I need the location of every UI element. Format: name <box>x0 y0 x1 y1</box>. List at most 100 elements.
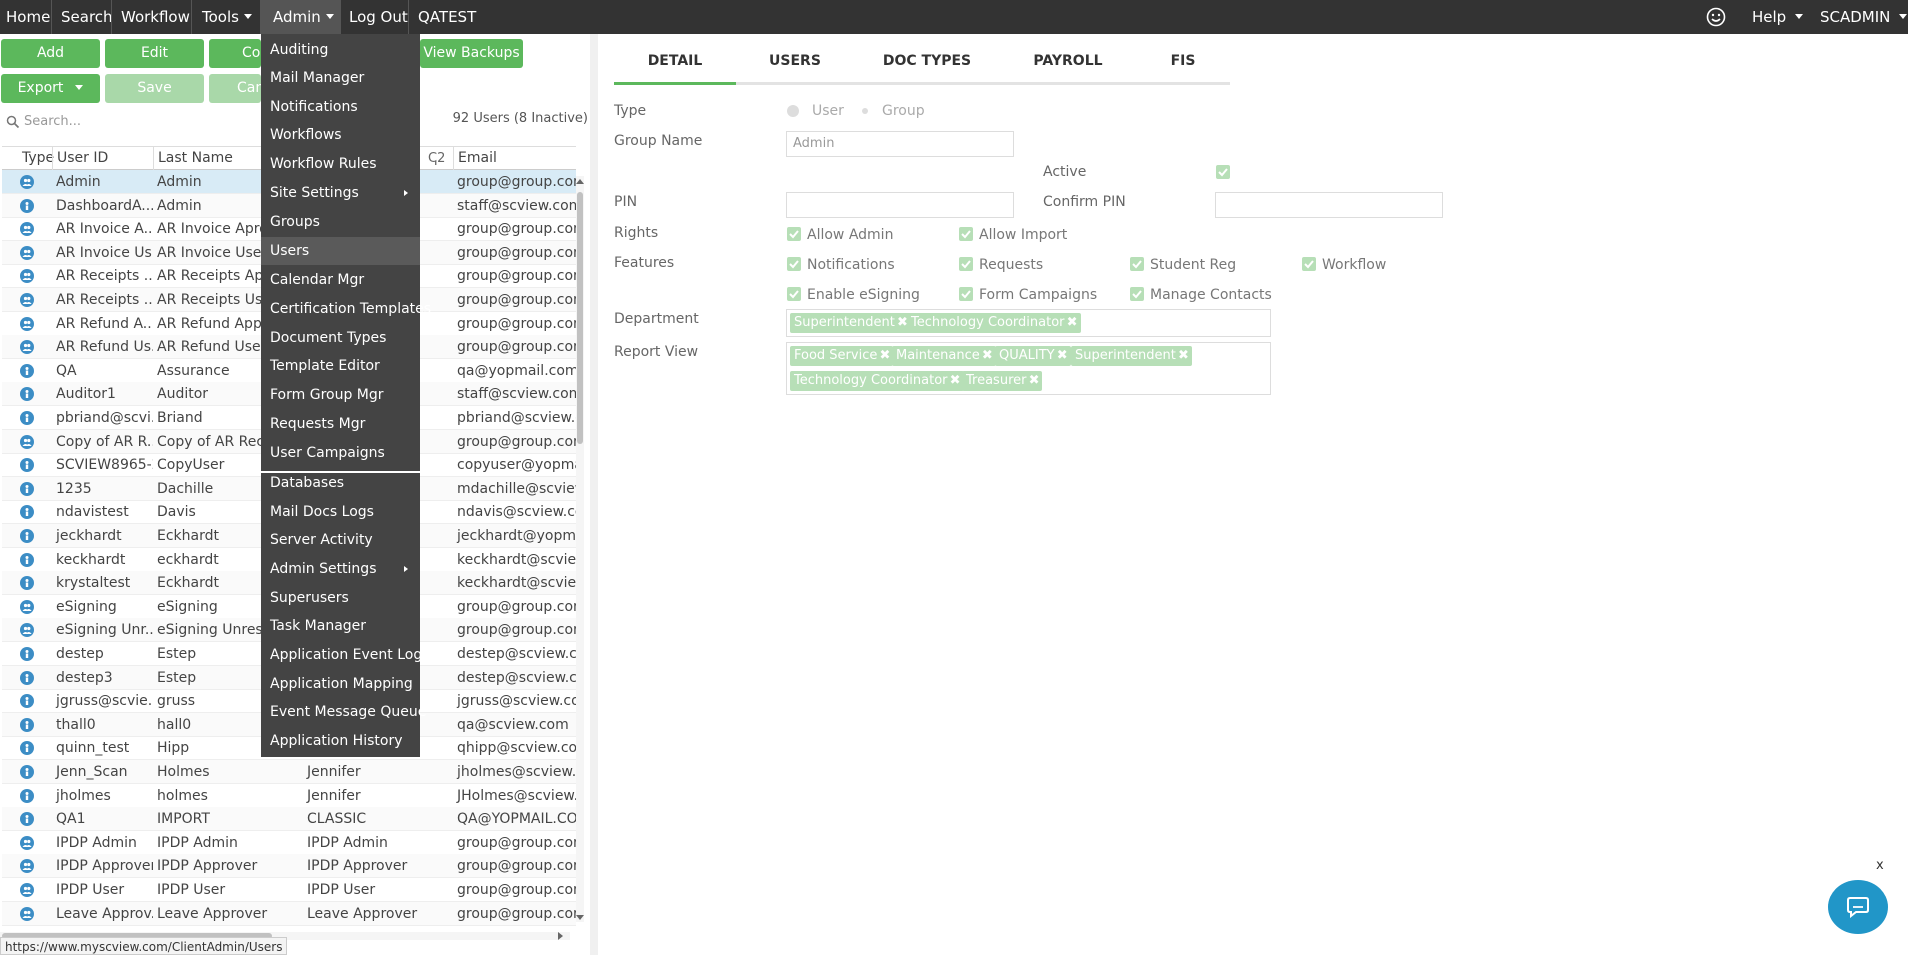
menu-item-workflow-rules[interactable]: Workflow Rules <box>261 150 420 178</box>
requests-checkbox[interactable] <box>959 257 973 271</box>
column-header-email[interactable]: Email <box>453 147 576 170</box>
confirm-pin-field[interactable] <box>1215 192 1443 218</box>
menu-item-task-manager[interactable]: Task Manager <box>261 612 420 640</box>
menu-item-application-history[interactable]: Application History <box>261 727 420 755</box>
menu-item-event-message-queue[interactable]: Event Message Queue <box>261 698 426 726</box>
table-row[interactable]: Leave Approv...Leave ApproverLeave Appro… <box>2 901 576 926</box>
tab-fis[interactable]: FIS <box>1136 52 1230 82</box>
scroll-right-icon[interactable] <box>556 932 564 940</box>
allow-import-checkbox[interactable] <box>959 227 973 241</box>
menu-item-certification-templates[interactable]: Certification Templates <box>261 295 431 323</box>
column-header-user-id[interactable]: User ID <box>52 147 154 170</box>
workflow-checkbox[interactable] <box>1302 257 1316 271</box>
add-button[interactable]: Add <box>1 39 100 68</box>
enable-esigning-checkbox[interactable] <box>787 287 801 301</box>
cell-user-id: destep <box>56 646 104 662</box>
remove-tag-icon[interactable]: ✖ <box>950 371 961 391</box>
table-row[interactable]: IPDP Approver IPDP Approver IPDP Approver g… <box>2 854 576 879</box>
cancel-button[interactable]: Can <box>209 74 264 103</box>
cell-user-id: AR Invoice A... <box>56 221 153 238</box>
department-tag-input[interactable]: Superintendent ✖ Technology Coordinator ✖ <box>786 309 1271 337</box>
menu-item-notifications[interactable]: Notifications <box>261 93 420 121</box>
menu-item-server-activity[interactable]: Server Activity <box>261 526 420 554</box>
menu-item-auditing[interactable]: Auditing <box>261 36 420 64</box>
table-row[interactable]: IPDP Admin IPDP Admin IPDP Admin group@grou… <box>2 831 576 855</box>
remove-tag-icon[interactable]: ✖ <box>1057 346 1068 366</box>
edit-button[interactable]: Edit <box>105 39 204 68</box>
nav-home[interactable]: Home <box>6 0 50 34</box>
menu-item-label: Superusers <box>270 590 349 606</box>
nav-admin[interactable]: Admin <box>261 0 341 34</box>
table-row[interactable]: QA1 IMPORT CLASSIC QA@YOPMAIL.COM <box>2 807 576 832</box>
radio-group[interactable] <box>862 108 868 114</box>
vertical-scroll-thumb[interactable] <box>577 192 583 444</box>
column-header-type[interactable]: Type <box>18 147 55 170</box>
chat-button[interactable] <box>1828 880 1888 934</box>
remove-tag-icon[interactable]: ✖ <box>1029 371 1040 391</box>
table-row[interactable]: jholmes holmes Jennifer JHolmes@scview.co <box>2 784 576 808</box>
save-button[interactable]: Save <box>105 74 204 103</box>
menu-item-application-mapping[interactable]: Application Mapping <box>261 670 420 698</box>
export-button[interactable]: Export <box>1 74 100 103</box>
user-icon <box>20 505 34 520</box>
menu-item-users[interactable]: Users <box>261 237 420 265</box>
form-campaigns-checkbox[interactable] <box>959 287 973 301</box>
remove-tag-icon[interactable]: ✖ <box>1067 313 1078 333</box>
menu-item-superusers[interactable]: Superusers <box>261 584 420 612</box>
pane-divider[interactable] <box>590 34 598 955</box>
tab-detail[interactable]: DETAIL <box>614 52 736 82</box>
remove-tag-icon[interactable]: ✖ <box>879 346 890 366</box>
cell-email: group@group.com <box>457 315 576 332</box>
student-reg-checkbox[interactable] <box>1130 257 1144 271</box>
menu-item-user-campaigns[interactable]: User Campaigns <box>261 439 420 467</box>
tab-users[interactable]: USERS <box>736 52 854 82</box>
menu-item-requests-mgr[interactable]: Requests Mgr <box>261 410 420 438</box>
menu-item-form-group-mgr[interactable]: Form Group Mgr <box>261 381 420 409</box>
menu-item-mail-docs-logs[interactable]: Mail Docs Logs <box>261 498 420 526</box>
notifications-checkbox[interactable] <box>787 257 801 271</box>
nav-help[interactable]: Help <box>1752 0 1804 34</box>
pin-field[interactable] <box>786 192 1014 218</box>
menu-item-mail-manager[interactable]: Mail Manager <box>261 64 420 92</box>
cell-email: keckhardt@scview. <box>457 575 576 592</box>
menu-item-document-types[interactable]: Document Types <box>261 324 420 352</box>
menu-item-databases[interactable]: Databases <box>261 469 420 497</box>
search-input[interactable]: Search... <box>2 110 290 134</box>
allow-admin-checkbox[interactable] <box>787 227 801 241</box>
menu-item-application-event-log[interactable]: Application Event Log <box>261 641 422 669</box>
tab-payroll[interactable]: PAYROLL <box>1000 52 1136 82</box>
cell-user-id: Leave Approv... <box>56 905 153 922</box>
manage-contacts-checkbox[interactable] <box>1130 287 1144 301</box>
menu-item-groups[interactable]: Groups <box>261 208 420 236</box>
group-icon <box>20 269 34 284</box>
nav-logout[interactable]: Log Out <box>349 0 408 34</box>
remove-tag-icon[interactable]: ✖ <box>982 346 993 366</box>
tab-doc-types[interactable]: DOC TYPES <box>854 52 1000 82</box>
nav-search[interactable]: Search <box>61 0 113 34</box>
group-name-field[interactable]: Admin <box>786 131 1014 157</box>
menu-item-calendar-mgr[interactable]: Calendar Mgr <box>261 266 420 294</box>
table-row[interactable]: IPDP User IPDP User IPDP User group@group.c… <box>2 878 576 902</box>
menu-item-admin-settings[interactable]: Admin Settings <box>261 555 420 583</box>
copy-button[interactable]: Co <box>209 39 261 68</box>
chat-close-icon[interactable]: x <box>1876 858 1884 873</box>
menu-item-workflows[interactable]: Workflows <box>261 121 420 149</box>
scroll-up-icon[interactable] <box>576 178 584 186</box>
nav-tools[interactable]: Tools <box>202 0 252 34</box>
report-view-tag-input[interactable]: Food Service ✖ Maintenance ✖ QUALITY ✖ Supe… <box>786 342 1271 395</box>
scroll-down-icon[interactable] <box>576 913 584 921</box>
table-row[interactable]: Jenn_Scan Holmes Jennifer jholmes@scview.co <box>2 760 576 784</box>
chevron-down-icon <box>325 14 334 19</box>
active-checkbox[interactable] <box>1216 165 1230 179</box>
menu-item-site-settings[interactable]: Site Settings <box>261 179 420 207</box>
menu-item-template-editor[interactable]: Template Editor <box>261 352 420 380</box>
nav-workflow[interactable]: Workflow <box>121 0 190 34</box>
menu-item-label: User Campaigns <box>270 445 385 461</box>
smiley-icon[interactable] <box>1706 7 1726 27</box>
menu-item-label: Requests Mgr <box>270 416 366 432</box>
view-backups-button[interactable]: View Backups <box>420 39 523 68</box>
remove-tag-icon[interactable]: ✖ <box>1178 346 1189 366</box>
radio-user[interactable] <box>787 105 799 117</box>
menu-item-label: Admin Settings <box>270 561 377 577</box>
nav-user-menu[interactable]: SCADMIN <box>1820 0 1908 34</box>
